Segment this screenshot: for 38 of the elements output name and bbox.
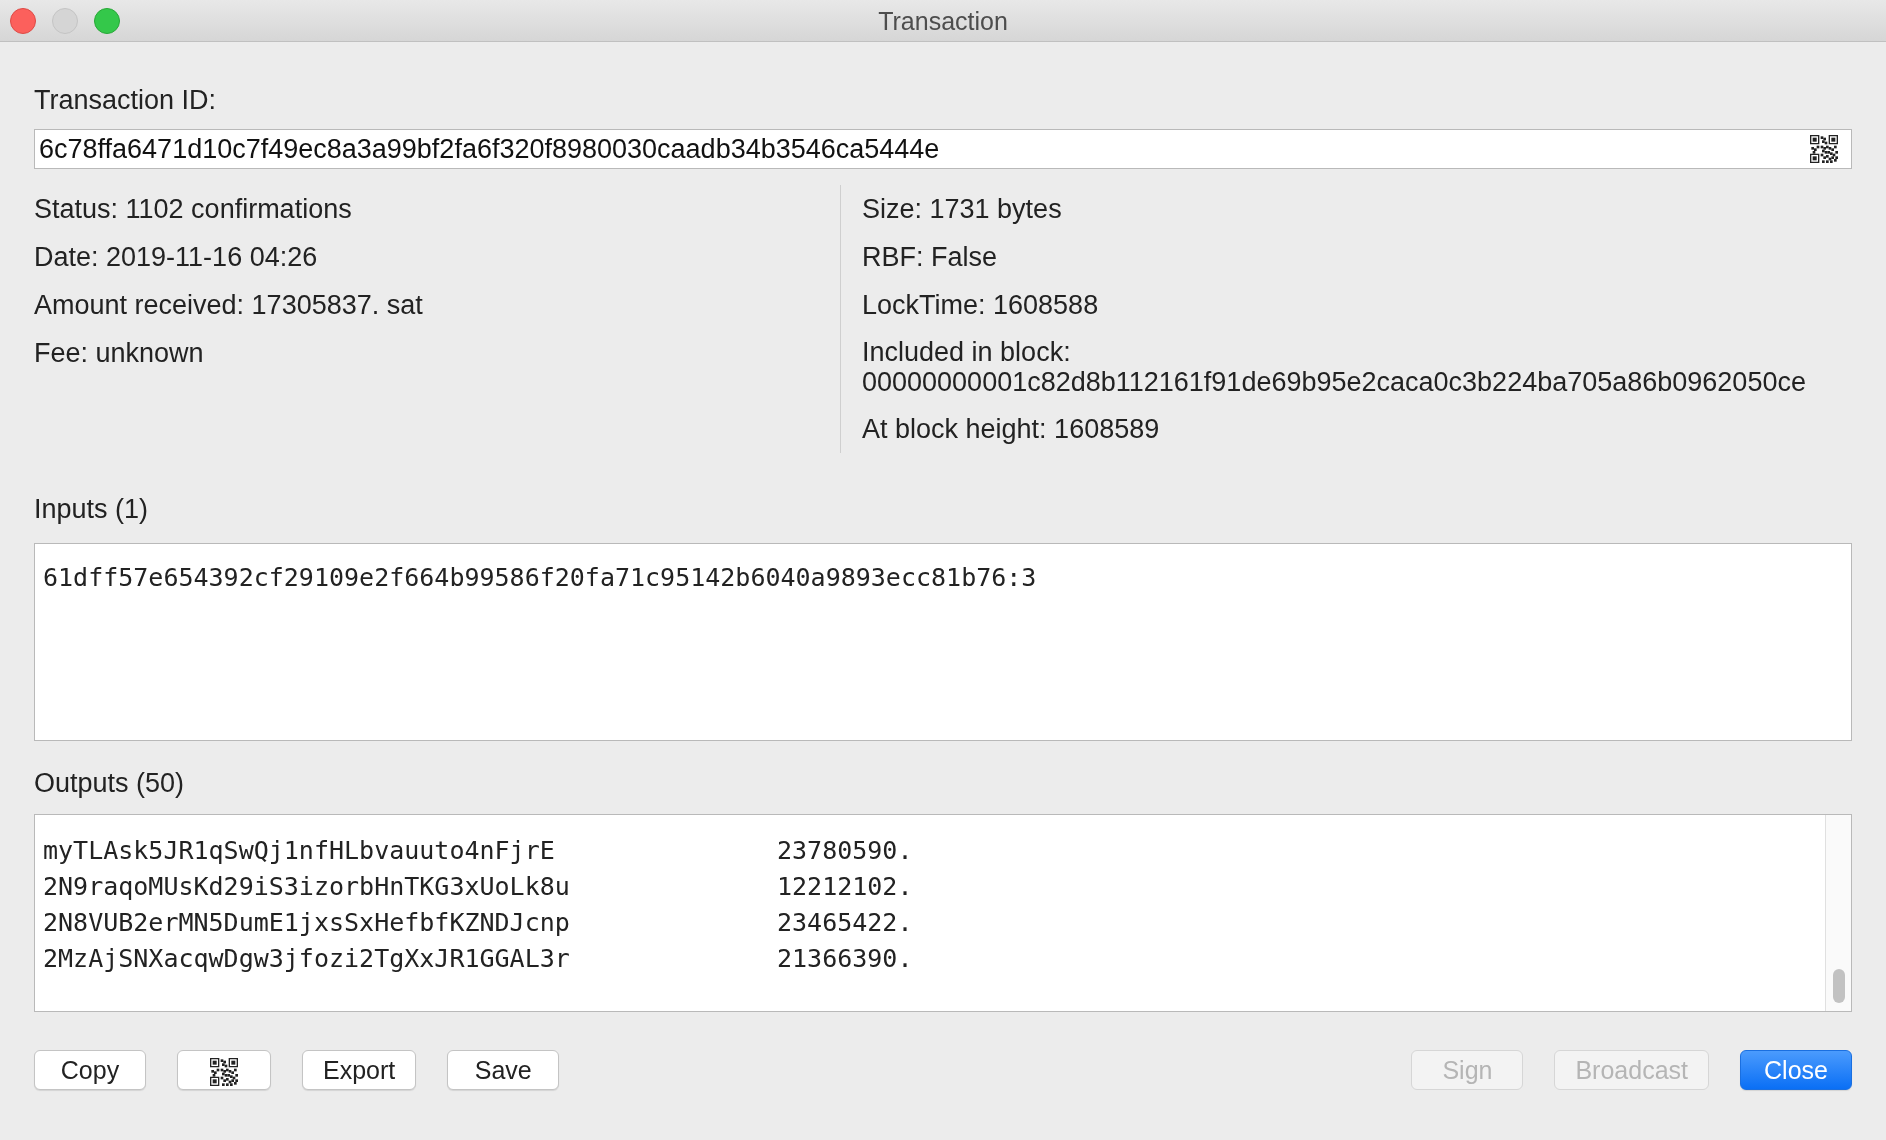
action-button[interactable]: Export [302,1049,417,1090]
transaction-id-field[interactable]: 6c78ffa6471d10c7f49ec8a3a99bf2fa6f320f8980030caadb34b3546ca5444e [34,128,1852,169]
detail-text: LockTime: 1608588 [862,289,1099,320]
qr-code-button[interactable] [177,1049,271,1090]
output-amount: 23465422. [777,907,913,937]
output-amount: 21366390. [777,943,913,973]
output-address: 2N8VUB2erMN5DumE1jxsSxHefbfKZNDJcnp [43,906,571,939]
zoom-window-icon[interactable] [94,8,120,34]
qr-code-icon [210,1057,238,1086]
qr-code-icon [1810,134,1838,163]
outputs-box[interactable]: myTLAsk5JR1qSwQj1nfHLbvauuto4nFjrE 23780590. 2N9raqoMUsKd29iS3izorbHnTKG3xUoLk8u 12212102. 2N8VUB2erMN5DumE1jxsSxHefbfKZNDJcnp 23465422. 2MzAjSNXacqwDgw3jfozi2TgXxJR1GGAL3r 21366390. [34,813,1852,1012]
detail-text: Fee: unknown [34,337,204,368]
inputs-box[interactable]: 61dff57e654392cf29109e2f664b99586f20fa71c95142b6040a9893ecc81b76:3 [34,543,1852,741]
input-text: 61dff57e654392cf29109e2f664b99586f20fa71c95142b6040a9893ecc81b76:3 [43,563,1037,592]
field-label: Transaction ID: [34,84,218,117]
close-button[interactable]: Close [1740,1049,1852,1090]
output-address: 2N9raqoMUsKd29iS3izorbHnTKG3xUoLk8u [43,870,571,903]
scroll-bar[interactable] [1825,814,1851,1011]
section-label: Outputs (50) [34,768,185,798]
minimize-window-icon[interactable] [52,8,78,34]
detail-text: Status: 1102 confirmations [34,193,352,224]
close-window-icon[interactable] [10,8,36,34]
block-hash: 00000000001c82d8b112161f91de69b95e2caca0c3b224ba705a86b0962050ce [862,366,1806,397]
output-address: myTLAsk5JR1qSwQj1nfHLbvauuto4nFjrE [43,834,556,867]
detail-text: Date: 2019-11-16 04:26 [34,241,318,272]
window-title: Transaction [878,7,1008,35]
output-address: 2MzAjSNXacqwDgw3jfozi2TgXxJR1GGAL3r [43,942,571,975]
action-button[interactable]: Save [447,1049,560,1090]
scroll-thumb[interactable] [1833,968,1845,1003]
section-label: Inputs (1) [34,493,149,524]
detail-text: RBF: False [862,241,998,272]
detail-text: At block height: 1608589 [862,413,1160,444]
action-button[interactable]: Copy [34,1049,146,1090]
output-amount: 12212102. [777,871,913,901]
detail-text: Size: 1731 bytes [862,193,1062,224]
detail-text: Included in block: [862,336,1072,367]
detail-text: Amount received: 17305837. sat [34,289,423,320]
output-amount: 23780590. [777,835,913,865]
